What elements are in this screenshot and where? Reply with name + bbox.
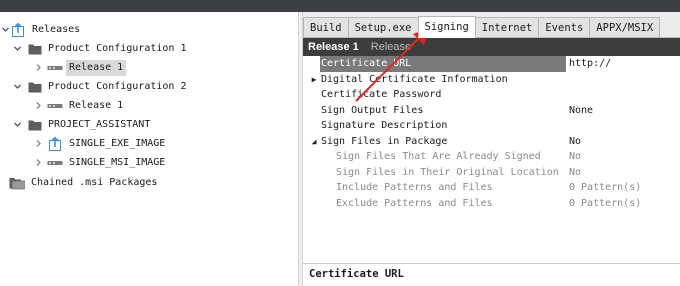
tree-label: Release 1 <box>66 59 127 76</box>
property-row-include-patterns[interactable]: Include Patterns and Files 0 Pattern(s) <box>303 180 680 196</box>
tree-label: Product Configuration 1 <box>48 42 187 54</box>
property-description-pane: Certificate URL <box>303 263 680 286</box>
property-name: Sign Output Files <box>321 104 424 116</box>
property-value[interactable]: No <box>569 134 581 150</box>
window-top-bar <box>0 0 680 12</box>
property-name: Sign Files in Their Original Location <box>336 166 559 178</box>
collapse-triangle-icon[interactable]: ◢ <box>310 137 318 146</box>
tab-appx-msix[interactable]: APPX/MSIX <box>589 17 661 37</box>
tab-signing[interactable]: Signing <box>417 16 476 38</box>
property-row-sign-files-already-signed[interactable]: Sign Files That Are Already Signed No <box>303 149 680 165</box>
property-name: Sign Files in Package <box>321 135 448 147</box>
settings-tab-strip: Build Setup.exe Signing Internet Events … <box>303 16 680 38</box>
property-name: Sign Files That Are Already Signed <box>336 151 541 162</box>
release-icon <box>47 102 63 110</box>
chevron-right-icon[interactable] <box>33 58 43 77</box>
tab-build[interactable]: Build <box>303 17 349 37</box>
folder-icon <box>28 43 42 55</box>
folder-icon <box>28 119 42 131</box>
property-row-certificate-url[interactable]: Certificate URL http:// <box>303 56 680 72</box>
tree-node-single-exe-image[interactable]: SINGLE_EXE_IMAGE <box>33 134 168 153</box>
chained-packages-icon <box>9 176 25 190</box>
property-value[interactable]: None <box>569 103 593 119</box>
chevron-right-icon[interactable] <box>33 153 43 172</box>
release-icon <box>47 159 63 167</box>
tree-label: Release 1 <box>69 99 124 111</box>
property-name: Certificate Password <box>321 89 442 100</box>
chevron-right-icon[interactable] <box>33 96 43 115</box>
property-name: Signature Description <box>321 120 448 131</box>
property-row-digital-certificate-information[interactable]: ▶ Digital Certificate Information <box>303 72 680 88</box>
tree-node-project-assistant[interactable]: PROJECT_ASSISTANT <box>12 115 153 134</box>
property-description-title: Certificate URL <box>309 268 404 280</box>
tree-label: Product Configuration 2 <box>48 80 187 92</box>
upload-arrow-icon <box>10 22 26 38</box>
property-row-signature-description[interactable]: Signature Description <box>303 118 680 134</box>
tree-node-chained-msi-packages[interactable]: Chained .msi Packages <box>9 173 160 192</box>
property-value[interactable]: 0 Pattern(s) <box>569 180 641 196</box>
release-header-title: Release 1 <box>308 41 359 53</box>
release-icon <box>47 64 63 72</box>
property-value[interactable]: No <box>569 149 581 165</box>
tree-node-single-msi-image[interactable]: SINGLE_MSI_IMAGE <box>33 153 168 172</box>
chevron-down-icon[interactable] <box>0 20 10 39</box>
tree-node-release-1-b[interactable]: Release 1 <box>33 96 126 115</box>
property-row-sign-output-files[interactable]: Sign Output Files None <box>303 103 680 119</box>
chevron-down-icon[interactable] <box>12 39 22 58</box>
tree-node-product-configuration-2[interactable]: Product Configuration 2 <box>12 77 189 96</box>
release-header-subtitle: Release <box>370 41 412 53</box>
property-row-sign-files-original-location[interactable]: Sign Files in Their Original Location No <box>303 165 680 181</box>
property-name: Exclude Patterns and Files <box>336 197 493 209</box>
folder-icon <box>28 81 42 93</box>
release-header: Release 1 Release <box>303 38 680 56</box>
chevron-right-icon[interactable] <box>33 134 43 153</box>
property-value[interactable]: 0 Pattern(s) <box>569 196 641 212</box>
chevron-down-icon[interactable] <box>12 115 22 134</box>
property-row-sign-files-in-package[interactable]: ◢ Sign Files in Package No <box>303 134 680 150</box>
tree-node-product-configuration-1[interactable]: Product Configuration 1 <box>12 39 189 58</box>
tab-setup-exe[interactable]: Setup.exe <box>347 17 419 37</box>
property-name: Include Patterns and Files <box>336 182 493 193</box>
tree-label: Releases <box>32 23 81 35</box>
upload-arrow-icon <box>47 136 63 152</box>
release-settings-panel: Build Setup.exe Signing Internet Events … <box>303 12 680 286</box>
tree-label: PROJECT_ASSISTANT <box>48 118 151 130</box>
property-grid: Certificate URL http:// ▶ Digital Certif… <box>303 56 680 263</box>
tree-node-releases[interactable]: Releases <box>0 20 83 39</box>
chevron-down-icon[interactable] <box>12 77 22 96</box>
tab-internet[interactable]: Internet <box>474 17 540 37</box>
tree-label: SINGLE_EXE_IMAGE <box>69 137 166 149</box>
property-name: Digital Certificate Information <box>321 73 508 85</box>
tab-events[interactable]: Events <box>538 17 591 37</box>
property-value[interactable]: http:// <box>569 56 611 72</box>
property-row-certificate-password[interactable]: Certificate Password <box>303 87 680 103</box>
releases-tree: Releases Product Configuration 1 Release… <box>0 12 298 286</box>
tree-label: SINGLE_MSI_IMAGE <box>69 156 166 168</box>
property-value[interactable]: No <box>569 165 581 181</box>
property-name: Certificate URL <box>320 56 566 72</box>
tree-label: Chained .msi Packages <box>31 176 158 188</box>
expand-triangle-icon[interactable]: ▶ <box>310 75 318 84</box>
tree-node-release-1[interactable]: Release 1 <box>33 58 127 77</box>
property-row-exclude-patterns[interactable]: Exclude Patterns and Files 0 Pattern(s) <box>303 196 680 212</box>
